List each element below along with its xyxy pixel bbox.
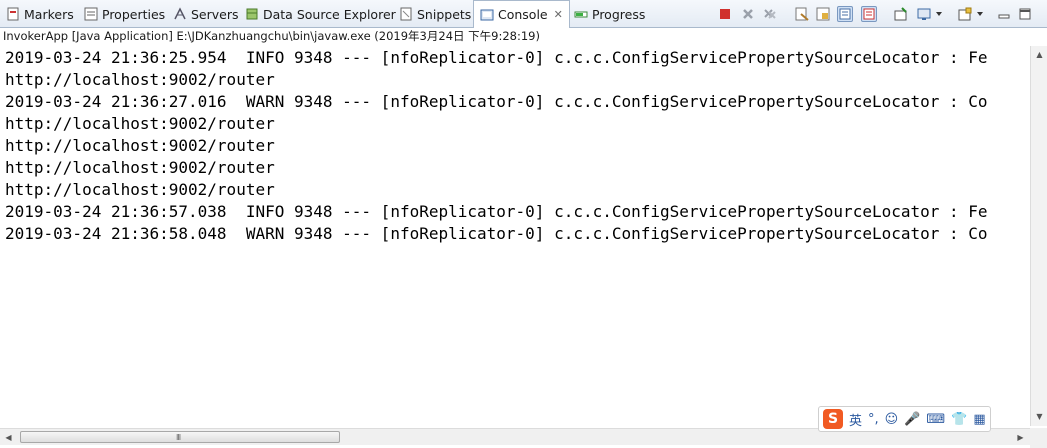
punctuation-icon[interactable]: °, (868, 412, 879, 427)
snippets-icon (399, 7, 413, 21)
console-line: 2019-03-24 21:36:25.954 INFO 9348 --- [n… (5, 48, 988, 67)
console-line: http://localhost:9002/router (5, 136, 275, 155)
show-on-stdout-icon[interactable] (837, 6, 853, 22)
tab-servers[interactable]: Servers (173, 0, 239, 28)
display-selected-console-icon[interactable] (916, 6, 932, 22)
tab-label: Progress (592, 6, 646, 22)
console-output[interactable]: 2019-03-24 21:36:25.954 INFO 9348 --- [n… (0, 46, 1030, 426)
maximize-icon[interactable] (1017, 6, 1033, 22)
grip-icon: III (176, 433, 181, 442)
microphone-icon[interactable]: 🎤 (904, 412, 920, 427)
sogou-logo-icon[interactable]: S (823, 409, 843, 429)
scroll-down-arrow-icon[interactable]: ▼ (1031, 408, 1047, 424)
show-on-stderr-icon[interactable] (861, 6, 877, 22)
scroll-right-arrow-icon[interactable]: ▶ (1012, 429, 1029, 445)
vertical-scrollbar[interactable]: ▲ ▼ (1030, 46, 1047, 426)
tab-console[interactable]: Console ✕ (473, 0, 570, 28)
pin-console-icon[interactable] (893, 6, 909, 22)
tab-markers[interactable]: Markers (6, 0, 74, 28)
scrollbar-corner (1030, 428, 1047, 448)
scroll-left-arrow-icon[interactable]: ◀ (0, 429, 17, 445)
keyboard-icon[interactable]: ⌨ (926, 412, 945, 427)
console-line: 2019-03-24 21:36:27.016 WARN 9348 --- [n… (5, 92, 988, 111)
emoji-icon[interactable]: ☺ (885, 412, 899, 427)
skin-icon[interactable]: 👕 (951, 412, 967, 427)
tab-label: Snippets (417, 6, 472, 22)
toolbox-grid-icon[interactable]: ▦ (973, 412, 985, 427)
tab-label: Properties (102, 6, 166, 22)
ime-toolbar[interactable]: S 英 °, ☺ 🎤 ⌨ 👕 ▦ (818, 406, 991, 432)
tab-data-source-explorer[interactable]: Data Source Explorer (245, 0, 396, 28)
chevron-down-icon[interactable] (975, 6, 985, 22)
console-description: InvokerApp [Java Application] E:\JDKanzh… (0, 28, 1047, 46)
scroll-lock-icon[interactable] (815, 6, 831, 22)
remove-all-terminated-icon[interactable] (762, 6, 778, 22)
servers-icon (173, 7, 187, 21)
tab-label: Console (498, 7, 548, 22)
tab-properties[interactable]: Properties (84, 0, 165, 28)
console-line: http://localhost:9002/router (5, 158, 275, 177)
close-icon[interactable]: ✕ (554, 8, 563, 21)
console-line: 2019-03-24 21:36:57.038 INFO 9348 --- [n… (5, 202, 988, 221)
console-line: 2019-03-24 21:36:58.048 WARN 9348 --- [n… (5, 224, 988, 243)
chevron-down-icon[interactable] (934, 6, 944, 22)
minimize-icon[interactable] (996, 6, 1012, 22)
scroll-up-arrow-icon[interactable]: ▲ (1031, 46, 1047, 62)
open-console-icon[interactable] (957, 6, 973, 22)
progress-icon (574, 7, 588, 21)
tab-label: Data Source Explorer (263, 6, 396, 22)
tab-snippets[interactable]: Snippets (399, 0, 471, 28)
ime-mode-toggle[interactable]: 英 (849, 410, 862, 429)
data-source-icon (245, 7, 259, 21)
tab-label: Markers (24, 6, 74, 22)
console-line: http://localhost:9002/router (5, 180, 275, 199)
clear-console-icon[interactable] (794, 6, 810, 22)
console-line: http://localhost:9002/router (5, 114, 275, 133)
horizontal-scroll-thumb[interactable]: III (20, 431, 340, 443)
properties-icon (84, 7, 98, 21)
tab-progress[interactable]: Progress (574, 0, 645, 28)
console-icon (480, 8, 494, 22)
view-tab-bar: Markers Properties Servers Data Source E… (0, 0, 1047, 28)
console-line: http://localhost:9002/router (5, 70, 275, 89)
tab-label: Servers (191, 6, 239, 22)
markers-icon (6, 7, 20, 21)
remove-launch-icon[interactable] (740, 6, 756, 22)
terminate-icon[interactable] (717, 6, 733, 22)
